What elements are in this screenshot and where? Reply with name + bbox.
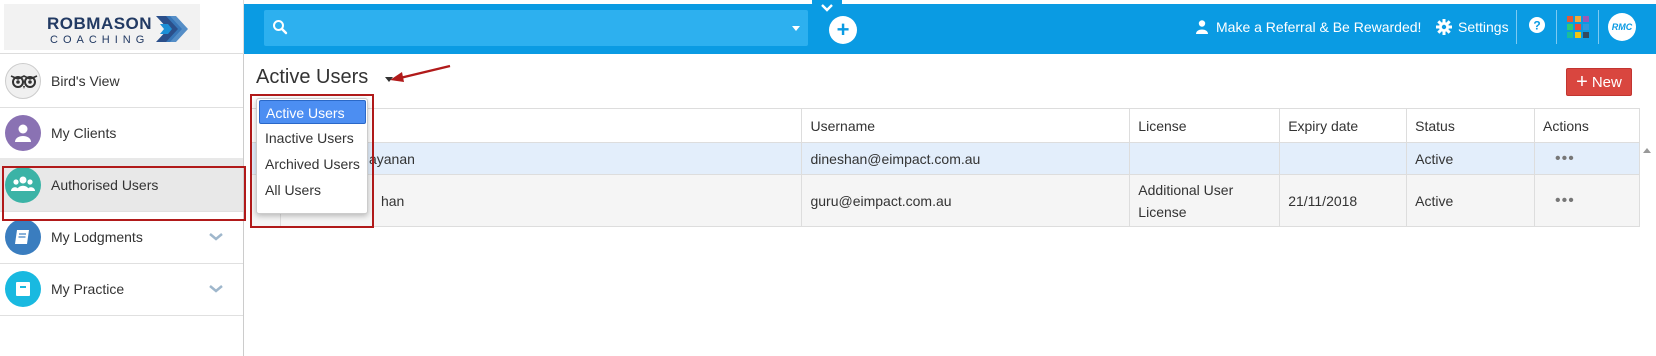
dropdown-option-all-users[interactable]: All Users — [259, 178, 366, 202]
license-cell: Additional User License — [1129, 174, 1281, 227]
settings-button[interactable]: Settings — [1436, 16, 1509, 38]
divider — [1556, 10, 1557, 44]
apps-grid-icon[interactable] — [1567, 16, 1589, 38]
actions-menu-button[interactable]: ••• — [1534, 174, 1640, 227]
dropdown-option-active-users[interactable]: Active Users — [259, 100, 366, 124]
chevron-down-icon[interactable] — [208, 284, 224, 294]
more-icon: ••• — [1555, 149, 1575, 167]
archive-icon — [5, 271, 41, 307]
more-icon: ••• — [1555, 192, 1575, 209]
referral-link[interactable]: Make a Referral & Be Rewarded! — [1196, 16, 1421, 38]
new-button[interactable]: + New — [1566, 68, 1632, 96]
logo[interactable]: ROBMASON COACHING — [4, 4, 200, 50]
table-header-row: Username License Expiry date Status Acti… — [250, 108, 1640, 143]
sidebar-item-label: My Practice — [51, 281, 125, 297]
status-cell: Active — [1406, 174, 1536, 227]
sidebar-item-birds-view[interactable]: Bird's View — [0, 54, 243, 108]
plus-icon: + — [1576, 71, 1588, 93]
column-header-expiry[interactable]: Expiry date — [1279, 108, 1408, 143]
sidebar-item-label: Bird's View — [51, 73, 120, 89]
settings-label: Settings — [1458, 19, 1509, 35]
plus-icon: + — [836, 17, 850, 42]
search-icon — [273, 20, 288, 35]
dropdown-option-archived-users[interactable]: Archived Users — [259, 152, 366, 176]
sidebar-item-label: My Lodgments — [51, 229, 143, 245]
sidebar-item-label: My Clients — [51, 125, 117, 141]
chevron-down-icon[interactable] — [208, 232, 224, 242]
column-header-actions: Actions — [1534, 108, 1640, 143]
column-header-license[interactable]: License — [1129, 108, 1281, 143]
status-cell: Active — [1406, 142, 1536, 175]
book-icon — [5, 219, 41, 255]
users-table: Username License Expiry date Status Acti… — [250, 108, 1640, 227]
gear-icon — [1436, 19, 1452, 35]
logo-text-sub: COACHING — [50, 34, 150, 46]
page-title[interactable]: Active Users — [256, 66, 368, 89]
referral-label: Make a Referral & Be Rewarded! — [1216, 19, 1422, 35]
help-icon[interactable]: ? — [1528, 16, 1546, 34]
user-icon — [5, 115, 41, 151]
license-cell — [1129, 142, 1281, 175]
svg-text:?: ? — [1533, 19, 1540, 33]
expiry-cell: 21/11/2018 — [1279, 174, 1408, 227]
avatar[interactable]: RMC — [1608, 13, 1636, 41]
logo-mark-icon — [156, 16, 188, 42]
annotation-highlight-box — [2, 166, 246, 221]
username-cell: dineshan@eimpact.com.au — [801, 142, 1131, 175]
quick-add-button[interactable]: + — [829, 16, 857, 44]
new-button-label: New — [1591, 73, 1622, 91]
logo-text-main: ROBMASON — [47, 14, 153, 33]
sidebar-item-my-clients[interactable]: My Clients — [0, 106, 243, 160]
actions-menu-button[interactable]: ••• — [1534, 142, 1640, 175]
avatar-text: RMC — [1611, 22, 1633, 32]
scroll-up-arrow-icon[interactable] — [1643, 148, 1651, 153]
column-header-username[interactable]: Username — [801, 108, 1131, 143]
user-filter-dropdown: Active Users Inactive Users Archived Use… — [256, 98, 368, 214]
table-row[interactable]: ayanan dineshan@eimpact.com.au Active ••… — [250, 142, 1640, 175]
column-header-status[interactable]: Status — [1406, 108, 1536, 143]
search-dropdown-icon[interactable] — [792, 26, 800, 31]
table-row[interactable]: han guru@eimpact.com.au Additional User … — [250, 174, 1640, 227]
owl-icon — [5, 63, 41, 99]
search-input[interactable] — [298, 14, 778, 42]
dropdown-option-inactive-users[interactable]: Inactive Users — [259, 126, 366, 150]
person-icon — [1196, 20, 1208, 34]
logo-area: ROBMASON COACHING — [0, 0, 244, 54]
search-box[interactable] — [264, 10, 808, 46]
expiry-cell — [1279, 142, 1408, 175]
divider — [1598, 10, 1599, 44]
sidebar-item-my-practice[interactable]: My Practice — [0, 262, 243, 316]
username-cell: guru@eimpact.com.au — [801, 174, 1131, 227]
divider — [1516, 10, 1517, 44]
annotation-arrow-icon — [390, 64, 451, 82]
top-bar: ROBMASON COACHING + Make a Referral & Be… — [0, 0, 1656, 54]
chevron-down-icon — [821, 4, 833, 12]
